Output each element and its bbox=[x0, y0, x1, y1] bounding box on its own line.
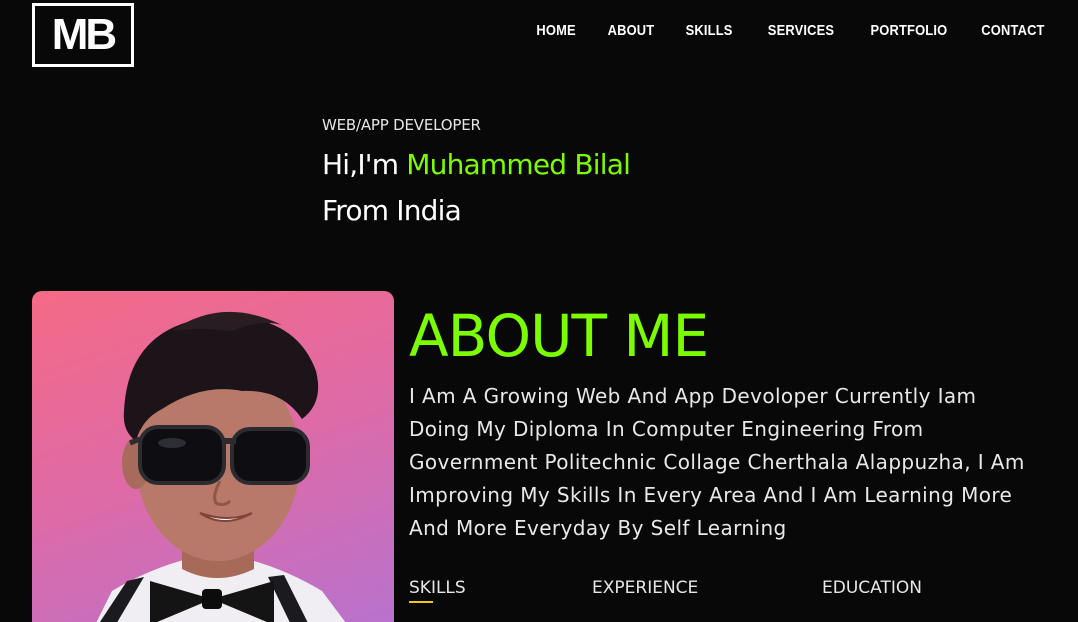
hero-section: WEB/APP DEVELOPER Hi,I'm Muhammed Bilal … bbox=[322, 116, 631, 228]
main-nav: HOME ABOUT SKILLS SERVICES PORTFOLIO CON… bbox=[530, 22, 1045, 39]
hero-greeting-text: Hi,I'm bbox=[322, 148, 399, 181]
nav-home[interactable]: HOME bbox=[537, 22, 576, 39]
portfolio-page: MB HOME ABOUT SKILLS SERVICES PORTFOLIO … bbox=[0, 0, 1078, 622]
tab-experience[interactable]: EXPERIENCE bbox=[592, 578, 698, 598]
hero-subtitle: WEB/APP DEVELOPER bbox=[322, 116, 481, 134]
profile-photo bbox=[32, 291, 394, 622]
hero-name: Muhammed Bilal bbox=[406, 148, 631, 181]
about-description: I Am A Growing Web And App Devoloper Cur… bbox=[409, 384, 1025, 540]
hero-greeting: Hi,I'm Muhammed Bilal bbox=[322, 148, 631, 182]
nav-services[interactable]: SERVICES bbox=[768, 22, 834, 39]
nav-portfolio[interactable]: PORTFOLIO bbox=[871, 22, 948, 39]
tab-education[interactable]: EDUCATION bbox=[822, 578, 922, 598]
profile-photo-illustration bbox=[96, 311, 346, 622]
hero-location: From India bbox=[322, 194, 462, 227]
logo[interactable]: MB bbox=[32, 3, 134, 67]
about-title: ABOUT ME bbox=[409, 302, 709, 370]
about-tabs: SKILLS EXPERIENCE EDUCATION bbox=[409, 578, 1049, 608]
nav-skills[interactable]: SKILLS bbox=[686, 22, 733, 39]
active-tab-indicator bbox=[409, 601, 433, 603]
about-section: ABOUT ME I Am A Growing Web And App Devo… bbox=[409, 300, 1049, 545]
nav-contact[interactable]: CONTACT bbox=[982, 22, 1045, 39]
nav-about[interactable]: ABOUT bbox=[608, 22, 655, 39]
tab-skills[interactable]: SKILLS bbox=[409, 578, 466, 598]
